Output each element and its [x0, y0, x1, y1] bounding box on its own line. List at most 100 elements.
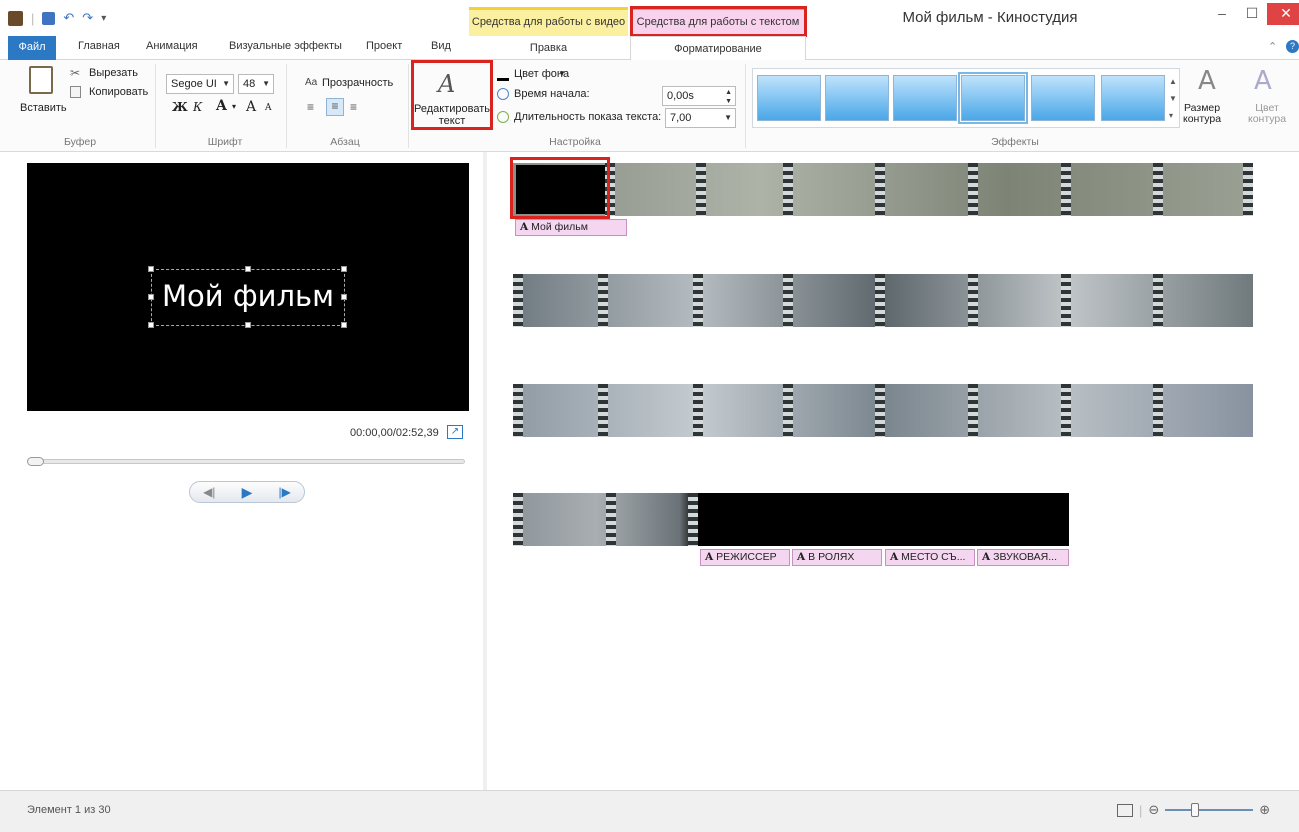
maximize-button[interactable]: ☐: [1237, 3, 1267, 25]
storyboard-row: [513, 493, 1069, 546]
zoom-thumb[interactable]: [1191, 803, 1200, 817]
caption-clip[interactable]: AВ РОЛЯХ: [792, 549, 882, 566]
effect-thumbnail[interactable]: [893, 75, 957, 121]
tab-project[interactable]: Проект: [366, 40, 402, 52]
tab-visual-effects[interactable]: Визуальные эффекты: [229, 40, 342, 52]
pane-splitter[interactable]: [483, 152, 487, 790]
caption-clip[interactable]: A РЕЖИССЕР: [700, 549, 790, 566]
font-color-button[interactable]: A: [216, 98, 227, 114]
zoom-in-icon[interactable]: ⊕: [1259, 802, 1270, 818]
zoom-out-icon[interactable]: ⊖: [1148, 802, 1159, 818]
effects-gallery: ▲ ▼ ▾: [752, 68, 1180, 128]
resize-handle[interactable]: [341, 294, 347, 300]
paste-button[interactable]: Вставить: [20, 102, 67, 114]
storyboard-row: [513, 274, 1253, 327]
stepper-icon: ▲ ▼: [725, 89, 732, 105]
clip-separator: [783, 163, 793, 216]
clip-separator: [968, 163, 978, 216]
outline-color-button[interactable]: Цвет контура: [1248, 103, 1286, 125]
clip-separator: [1153, 274, 1163, 327]
caption-clip[interactable]: A ЗВУКОВАЯ...: [977, 549, 1069, 566]
save-icon[interactable]: [42, 11, 56, 25]
outline-size-icon: A: [1198, 66, 1216, 96]
clip-separator: [1153, 384, 1163, 437]
thumbnail-size-icon[interactable]: [1117, 803, 1133, 817]
previous-frame-icon[interactable]: ◀|: [203, 485, 215, 499]
clip-separator: [1061, 384, 1071, 437]
font-family-value: Segoe UI: [171, 78, 217, 90]
shrink-font-button[interactable]: A: [265, 103, 272, 113]
outline-size-button[interactable]: Размер контура: [1183, 103, 1221, 125]
divider: |: [1139, 802, 1143, 818]
effect-thumbnail[interactable]: [757, 75, 821, 121]
resize-handle[interactable]: [341, 266, 347, 272]
tab-view[interactable]: Вид: [431, 40, 451, 52]
gallery-scroll-icon[interactable]: ▲ ▼ ▾: [1169, 73, 1177, 124]
storyboard-row: [513, 163, 1253, 216]
align-center-icon[interactable]: ≡: [326, 98, 344, 116]
tab-file[interactable]: Файл: [8, 36, 56, 60]
start-time-input[interactable]: 0,00s ▲ ▼: [662, 86, 736, 106]
context-tab-video-tools: Средства для работы с видео: [469, 7, 628, 36]
cut-button[interactable]: Вырезать: [89, 67, 138, 79]
paste-icon[interactable]: [29, 66, 53, 94]
clock-icon: [497, 111, 509, 123]
quick-access-toolbar: | ↶ ↷ ▾: [8, 8, 106, 28]
tab-animation[interactable]: Анимация: [146, 40, 198, 52]
grow-font-button[interactable]: A: [246, 99, 256, 115]
status-text: Элемент 1 из 30: [27, 804, 111, 816]
bold-button[interactable]: Ж: [172, 100, 188, 114]
clip-separator: [783, 274, 793, 327]
italic-button[interactable]: К: [193, 100, 202, 114]
seek-bar[interactable]: [27, 459, 465, 464]
credits-clip[interactable]: [703, 493, 1069, 546]
font-size-combo[interactable]: 48 ▼: [238, 74, 274, 94]
tab-format[interactable]: Форматирование: [630, 36, 806, 61]
preview-text[interactable]: Мой фильм: [152, 279, 344, 313]
group-label: Буфер: [63, 136, 97, 148]
align-left-icon[interactable]: ≡: [307, 100, 314, 114]
effect-thumbnail[interactable]: [825, 75, 889, 121]
zoom-slider[interactable]: [1165, 803, 1254, 817]
group-label: Эффекты: [991, 136, 1039, 148]
undo-icon[interactable]: ↶: [63, 10, 74, 26]
caption-label: РЕЖИССЕР: [716, 551, 777, 563]
clock-icon: [497, 88, 509, 100]
highlight-box: [510, 157, 610, 219]
resize-handle[interactable]: [341, 322, 347, 328]
font-family-combo[interactable]: Segoe UI ▼: [166, 74, 234, 94]
collapse-ribbon-icon[interactable]: ⌃: [1268, 40, 1277, 53]
effect-thumbnail[interactable]: [1031, 75, 1095, 121]
app-window: | ↶ ↷ ▾ Средства для работы с видео Сред…: [0, 0, 1299, 832]
chevron-down-icon[interactable]: ▾: [101, 13, 106, 24]
transparency-button[interactable]: Прозрачность: [322, 77, 393, 89]
minimize-button[interactable]: –: [1207, 3, 1237, 25]
effect-thumbnail-selected[interactable]: [958, 72, 1028, 124]
resize-handle[interactable]: [245, 322, 251, 328]
copy-button[interactable]: Копировать: [89, 86, 148, 98]
clip-separator: [1153, 163, 1163, 216]
play-icon[interactable]: ▶: [242, 484, 253, 501]
align-right-icon[interactable]: ≡: [350, 100, 357, 114]
redo-icon[interactable]: ↷: [82, 10, 93, 26]
seek-thumb[interactable]: [27, 457, 44, 466]
resize-handle[interactable]: [148, 294, 154, 300]
expand-icon[interactable]: ↗: [447, 425, 463, 439]
duration-combo[interactable]: 7,00 ▼: [665, 108, 736, 128]
tab-edit[interactable]: Правка: [469, 36, 628, 60]
clip-separator: [513, 493, 523, 546]
caption-clip[interactable]: A МЕСТО СЪ...: [885, 549, 975, 566]
group-label: Настройка: [549, 136, 601, 148]
clip-separator: [1061, 163, 1071, 216]
close-button[interactable]: ✕: [1267, 3, 1299, 25]
tab-home[interactable]: Главная: [78, 40, 120, 52]
film-icon[interactable]: [8, 10, 23, 26]
text-icon: A: [520, 221, 529, 233]
caption-clip[interactable]: A Мой фильм: [515, 219, 627, 236]
resize-handle[interactable]: [148, 266, 154, 272]
resize-handle[interactable]: [148, 322, 154, 328]
help-icon[interactable]: ?: [1286, 40, 1299, 53]
effect-thumbnail[interactable]: [1101, 75, 1165, 121]
next-frame-icon[interactable]: |▶: [279, 485, 291, 499]
resize-handle[interactable]: [245, 266, 251, 272]
